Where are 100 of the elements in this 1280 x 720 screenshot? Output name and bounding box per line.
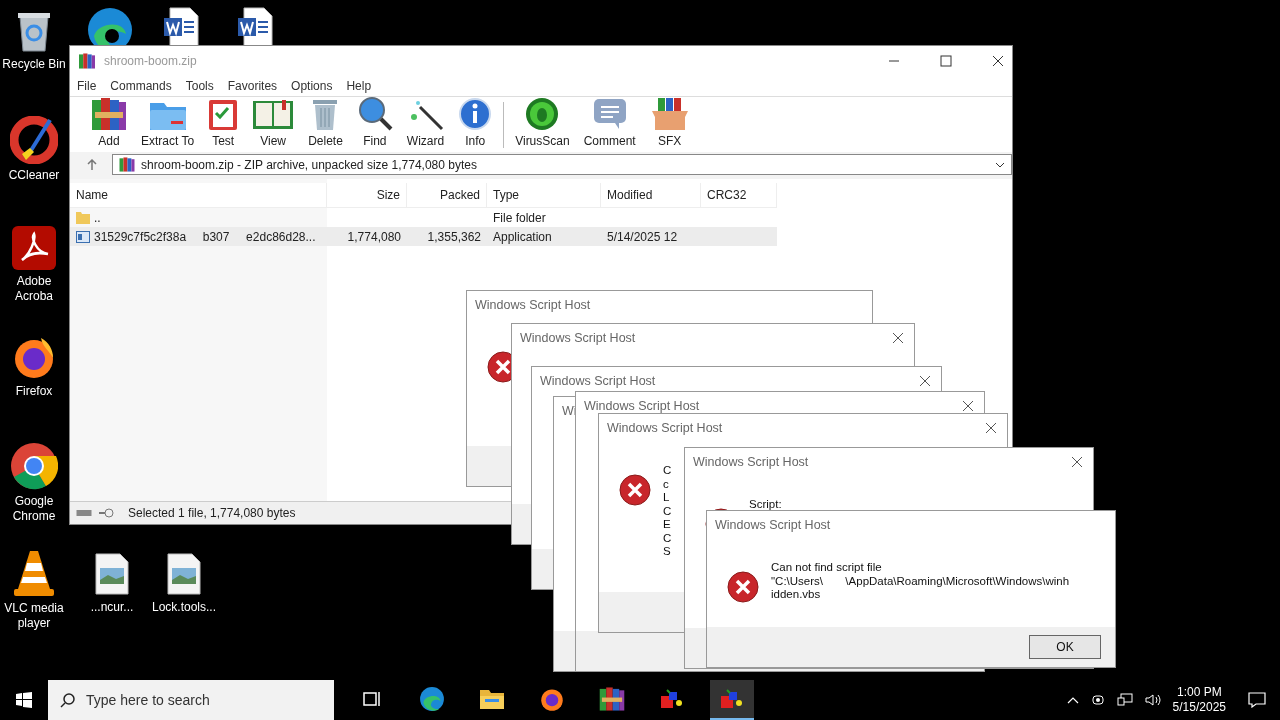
up-arrow-icon[interactable] xyxy=(86,158,98,171)
speaker-icon[interactable] xyxy=(1144,693,1161,707)
status-text: Selected 1 file, 1,774,080 bytes xyxy=(128,506,296,520)
search-field[interactable]: Type here to search xyxy=(48,680,334,720)
toolbar-button[interactable]: View xyxy=(245,93,302,148)
speech-bubble-icon xyxy=(592,97,627,131)
key-icon xyxy=(98,508,114,518)
task-view-icon[interactable] xyxy=(362,690,382,708)
menu-item[interactable]: Options xyxy=(291,79,333,93)
winrar-books-icon[interactable] xyxy=(599,686,625,712)
window-title: shroom-boom.zip xyxy=(104,54,197,68)
acrobat-icon xyxy=(12,226,56,270)
message-text: L xyxy=(663,491,671,505)
icon-label[interactable]: Adobe Acroba xyxy=(0,274,68,304)
books-icon xyxy=(91,97,127,131)
chrome-icon xyxy=(10,442,58,490)
clock-time[interactable]: 1:00 PM xyxy=(1176,685,1222,700)
toolbar-button[interactable]: SFX xyxy=(642,93,697,148)
table-cell: .. xyxy=(94,210,101,225)
table-cell: File folder xyxy=(493,210,546,225)
table-cell: 1,774,080 xyxy=(347,229,401,244)
message-text: C xyxy=(663,464,672,478)
dropdown-caret-icon xyxy=(995,161,1005,168)
column-header[interactable]: Packed xyxy=(407,183,487,207)
toolbar-button[interactable]: Delete xyxy=(301,93,350,148)
icon-label[interactable]: Google Chrome xyxy=(0,494,68,524)
icon-label[interactable]: Recycle Bin xyxy=(2,57,66,72)
table-cell: 31529c7f5c2f38a b307 e2dc86d28... xyxy=(94,229,316,244)
close-icon[interactable] xyxy=(1071,456,1083,468)
column-header[interactable]: CRC32 xyxy=(701,183,777,207)
menu-item[interactable]: Commands xyxy=(110,79,172,93)
icon-label[interactable]: VLC media player xyxy=(0,601,68,631)
column-header[interactable]: Name xyxy=(70,183,327,207)
script-host-icon[interactable] xyxy=(659,688,685,710)
icon-label[interactable]: Lock.tools... xyxy=(152,600,216,615)
image-file-icon xyxy=(166,552,202,596)
menu-item[interactable]: File xyxy=(77,79,97,93)
folder-icon xyxy=(76,211,90,224)
menu-item[interactable]: Help xyxy=(346,79,372,93)
network-icon[interactable] xyxy=(1116,693,1133,707)
icon-label[interactable]: CCleaner xyxy=(8,168,60,183)
dialog-title: Windows Script Host xyxy=(584,399,700,413)
menu-item[interactable]: Favorites xyxy=(227,79,278,93)
message-text: Script: xyxy=(749,498,782,512)
ok-button[interactable]: OK xyxy=(1029,635,1101,659)
toolbar-button[interactable]: Add xyxy=(84,93,134,148)
close-icon[interactable] xyxy=(992,55,1004,67)
message-text: Can not find script file xyxy=(771,561,883,575)
ccleaner-icon xyxy=(10,116,58,164)
maximize-icon[interactable] xyxy=(940,55,952,67)
close-icon[interactable] xyxy=(985,422,997,434)
toolbar-button[interactable]: Find xyxy=(349,93,400,148)
magnifier-icon xyxy=(356,95,393,131)
column-header[interactable]: Modified xyxy=(601,183,701,207)
notification-icon[interactable] xyxy=(1248,692,1266,708)
drive-icon xyxy=(76,509,92,517)
message-text: idden.vbs xyxy=(771,588,822,602)
message-text: E xyxy=(663,518,672,532)
icon-label[interactable]: ...ncur... xyxy=(90,600,134,615)
toolbar-button[interactable]: VirusScan xyxy=(508,93,577,148)
menu-item[interactable]: Tools xyxy=(185,79,214,93)
book-icon xyxy=(252,99,295,131)
icon-label[interactable]: Firefox xyxy=(15,384,53,399)
toolbar-button[interactable]: Wizard xyxy=(399,93,452,148)
toolbar-button[interactable]: Info xyxy=(451,93,500,148)
dialog-title: Windows Script Host xyxy=(520,331,636,345)
box-icon xyxy=(649,97,690,131)
toolbar-button[interactable]: Test xyxy=(201,93,246,148)
clipboard-icon xyxy=(208,97,239,131)
dialog-title: Windows Script Host xyxy=(475,298,591,312)
camera-icon[interactable] xyxy=(1090,693,1105,707)
dialog-title: Windows Script Host xyxy=(607,421,723,435)
folder-icon[interactable] xyxy=(479,688,505,710)
dialog-title: Windows Script Host xyxy=(693,455,809,469)
message-text: "C:\Users\ \AppData\Roaming\Microsoft\Windows\winh xyxy=(771,574,1070,588)
trash-can-icon xyxy=(312,97,339,131)
column-header[interactable]: Size xyxy=(327,183,407,207)
column-header[interactable]: Type xyxy=(487,183,601,207)
close-icon[interactable] xyxy=(919,375,931,387)
windows-start-icon[interactable] xyxy=(16,692,32,708)
edge-icon[interactable] xyxy=(419,686,445,712)
chevron-up-icon[interactable] xyxy=(1066,696,1079,704)
close-icon[interactable] xyxy=(892,332,904,344)
script-host-icon[interactable] xyxy=(719,688,745,710)
info-icon xyxy=(458,97,493,131)
message-text: C xyxy=(663,531,672,545)
toolbar-button[interactable]: Extract To xyxy=(134,93,202,148)
message-text: c xyxy=(663,477,670,491)
vlc-cone-icon xyxy=(12,549,56,597)
application-icon xyxy=(76,230,90,243)
close-icon[interactable] xyxy=(962,400,974,412)
address-field[interactable]: shroom-boom.zip - ZIP archive, unpacked size 1,774,080 bytes xyxy=(112,154,1012,175)
toolbar-button[interactable]: Comment xyxy=(576,93,643,148)
dialog-title: Windows Script Host xyxy=(715,518,831,532)
search-icon xyxy=(60,692,76,708)
table-cell: 1,355,362 xyxy=(427,229,481,244)
dialog-title: Windows Script Host xyxy=(540,374,656,388)
image-file-icon xyxy=(94,552,130,596)
clock-date[interactable]: 5/15/2025 xyxy=(1172,700,1226,715)
firefox-icon[interactable] xyxy=(539,686,565,712)
